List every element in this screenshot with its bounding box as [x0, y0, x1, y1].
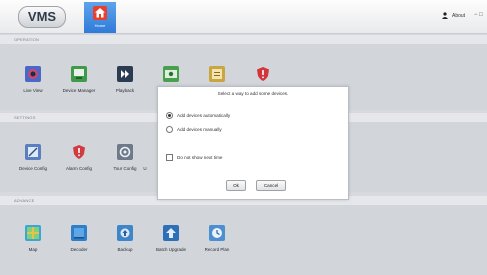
tile-label: Device Manager — [62, 88, 96, 93]
home-tab-label: Home — [94, 23, 106, 28]
option-auto-label: Add devices automatically — [177, 113, 231, 118]
alarm-config-icon — [71, 144, 87, 160]
tile-batch-upgrade[interactable]: Batch Upgrade — [151, 225, 191, 252]
ok-button[interactable]: Ok — [226, 180, 246, 191]
live-view-icon — [25, 66, 41, 82]
window-controls[interactable]: − □ — [474, 12, 483, 18]
tile-recording[interactable] — [151, 66, 191, 88]
tile-label: Live View — [23, 88, 43, 93]
dialog-title: Select a way to add some devices. — [217, 91, 289, 96]
about-link[interactable]: About — [452, 13, 465, 19]
tile-record-plan[interactable]: Record Plan — [197, 225, 237, 252]
tile-label: Playback — [115, 88, 135, 93]
option-add-manually[interactable]: Add devices manually — [166, 126, 222, 133]
device-manager-icon — [71, 66, 87, 82]
section-header-operation: OPERATION — [0, 35, 487, 44]
home-icon — [93, 6, 107, 20]
cancel-button[interactable]: Cancel — [256, 180, 286, 191]
tile-user[interactable]: U — [135, 144, 155, 171]
tile-decoder[interactable]: Decoder — [59, 225, 99, 252]
app-logo: VMS — [18, 6, 66, 28]
record-plan-icon — [209, 225, 225, 241]
radio-auto[interactable] — [166, 112, 173, 119]
user-icon — [442, 12, 448, 19]
tile-label: Decoder — [70, 247, 88, 252]
batch-upgrade-icon — [163, 225, 179, 241]
tile-label: Device Config — [18, 166, 47, 171]
tour-config-icon — [117, 144, 133, 160]
device-config-icon — [25, 144, 41, 160]
decoder-icon — [71, 225, 87, 241]
tile-label: Alarm Config — [65, 166, 92, 171]
tile-device-config[interactable]: Device Config — [13, 144, 53, 171]
playback-icon — [117, 66, 133, 82]
tile-label: Record Plan — [204, 247, 230, 252]
section-advance: Map Decoder Backup Batch Upgrade Record … — [0, 205, 487, 275]
dont-show-label: Do not show next time — [177, 155, 223, 160]
tile-backup[interactable]: Backup — [105, 225, 145, 252]
dont-show-again[interactable]: Do not show next time — [166, 154, 222, 161]
tab-home[interactable]: Home — [84, 2, 116, 33]
tile-alarm-config[interactable]: Alarm Config — [59, 144, 99, 171]
recording-icon — [163, 66, 179, 82]
option-manual-label: Add devices manually — [177, 127, 222, 132]
tile-label: U — [143, 166, 147, 171]
log-icon — [209, 66, 225, 82]
tile-device-manager[interactable]: Device Manager — [59, 66, 99, 93]
tile-label: Batch Upgrade — [155, 247, 187, 252]
user-icon — [137, 144, 153, 160]
top-bar: VMS Home About − □ — [0, 0, 487, 34]
dont-show-checkbox[interactable] — [166, 154, 173, 161]
tile-map[interactable]: Map — [13, 225, 53, 252]
tile-log[interactable] — [197, 66, 237, 88]
tile-label: Backup — [117, 247, 133, 252]
tile-playback[interactable]: Playback — [105, 66, 145, 93]
backup-icon — [117, 225, 133, 241]
radio-manual[interactable] — [166, 126, 173, 133]
tile-shield[interactable] — [243, 66, 283, 88]
map-icon — [25, 225, 41, 241]
tile-live-view[interactable]: Live View — [13, 66, 53, 93]
option-add-automatically[interactable]: Add devices automatically — [166, 112, 230, 119]
tile-label: Map — [28, 247, 38, 252]
add-device-dialog: Select a way to add some devices. Add de… — [157, 86, 349, 200]
shield-icon — [255, 66, 271, 82]
